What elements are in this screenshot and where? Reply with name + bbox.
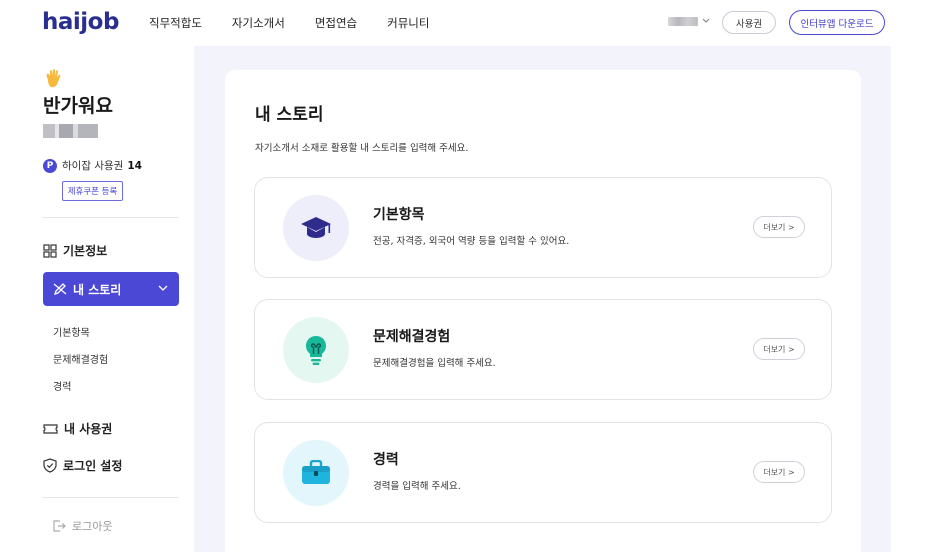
nav-interview-practice[interactable]: 면접연습 [315, 15, 357, 31]
card-title: 문제해결경험 [373, 329, 451, 345]
haijob-logo[interactable]: haijob [42, 9, 119, 35]
page-description: 자기소개서 소재로 활용할 내 스토리를 입력해 주세요. [255, 143, 469, 154]
submenu-item-problem-solving[interactable]: 문제해결경험 [53, 351, 108, 366]
briefcase-icon [283, 440, 349, 506]
card-description: 경력을 입력해 주세요. [373, 481, 461, 492]
story-card-career[interactable]: 경력 경력을 입력해 주세요. 더보기 > [254, 422, 832, 523]
sidebar: 반가워요 P 하이잡 사용권 14 제휴쿠폰 등록 기본정보 내 스토리 기본항… [0, 46, 194, 552]
ticket-count-value: 14 [127, 159, 142, 172]
sidebar-item-label: 기본정보 [63, 244, 108, 258]
nav-cover-letter[interactable]: 자기소개서 [232, 15, 285, 31]
more-button[interactable]: 더보기 > [753, 216, 805, 238]
shield-check-icon [43, 458, 57, 473]
graduation-cap-icon [283, 195, 349, 261]
story-card-problem-solving[interactable]: 문제해결경험 문제해결경험을 입력해 주세요. 더보기 > [254, 299, 832, 400]
grid-icon [43, 243, 57, 258]
waving-hand-icon [43, 68, 63, 95]
ticket-button[interactable]: 사용권 [722, 11, 776, 34]
card-description: 전공, 자격증, 외국어 역량 등을 입력할 수 있어요. [373, 236, 570, 247]
points-badge-icon: P [43, 158, 57, 173]
ticket-count: P 하이잡 사용권 14 [43, 158, 142, 173]
top-header: haijob 직무적합도 자기소개서 면접연습 커뮤니티 사용권 인터뷰앱 다운… [0, 0, 936, 46]
sidebar-item-my-tickets[interactable]: 내 사용권 [43, 420, 112, 437]
more-button[interactable]: 더보기 > [753, 338, 805, 360]
pencil-icon [53, 283, 67, 296]
ticket-label: 하이잡 사용권 [62, 160, 124, 172]
nav-job-fit[interactable]: 직무적합도 [149, 15, 202, 31]
logout-icon [53, 520, 66, 532]
page-title: 내 스토리 [255, 105, 324, 125]
blurred-username [668, 17, 698, 26]
sidebar-item-label: 내 스토리 [73, 282, 122, 297]
sidebar-item-label: 로그인 설정 [63, 459, 123, 473]
divider [43, 217, 178, 218]
card-description: 문제해결경험을 입력해 주세요. [373, 358, 496, 369]
logout-label: 로그아웃 [72, 520, 113, 533]
register-coupon-button[interactable]: 제휴쿠폰 등록 [62, 181, 123, 201]
lightbulb-icon [283, 317, 349, 383]
main-nav: 직무적합도 자기소개서 면접연습 커뮤니티 [149, 15, 459, 31]
sidebar-item-login-settings[interactable]: 로그인 설정 [43, 457, 122, 474]
nav-community[interactable]: 커뮤니티 [387, 15, 429, 31]
blurred-user-name [43, 124, 98, 138]
sidebar-item-my-story[interactable]: 내 스토리 [43, 272, 179, 306]
ticket-icon [43, 423, 58, 434]
divider [43, 497, 178, 498]
more-button[interactable]: 더보기 > [753, 461, 805, 483]
chevron-down-icon [158, 285, 168, 291]
sidebar-item-basic-info[interactable]: 기본정보 [43, 242, 107, 259]
story-card-basic[interactable]: 기본항목 전공, 자격증, 외국어 역량 등을 입력할 수 있어요. 더보기 > [254, 177, 832, 278]
download-app-button[interactable]: 인터뷰앱 다운로드 [789, 10, 885, 35]
submenu-item-basic[interactable]: 기본항목 [53, 324, 90, 339]
greeting-text: 반가워요 [43, 95, 113, 117]
submenu-item-career[interactable]: 경력 [53, 378, 71, 393]
card-title: 경력 [373, 452, 399, 468]
chevron-down-icon [702, 17, 710, 26]
logout-button[interactable]: 로그아웃 [52, 518, 112, 534]
card-title: 기본항목 [373, 207, 425, 223]
user-menu[interactable] [668, 17, 710, 26]
sidebar-item-label: 내 사용권 [64, 422, 113, 436]
